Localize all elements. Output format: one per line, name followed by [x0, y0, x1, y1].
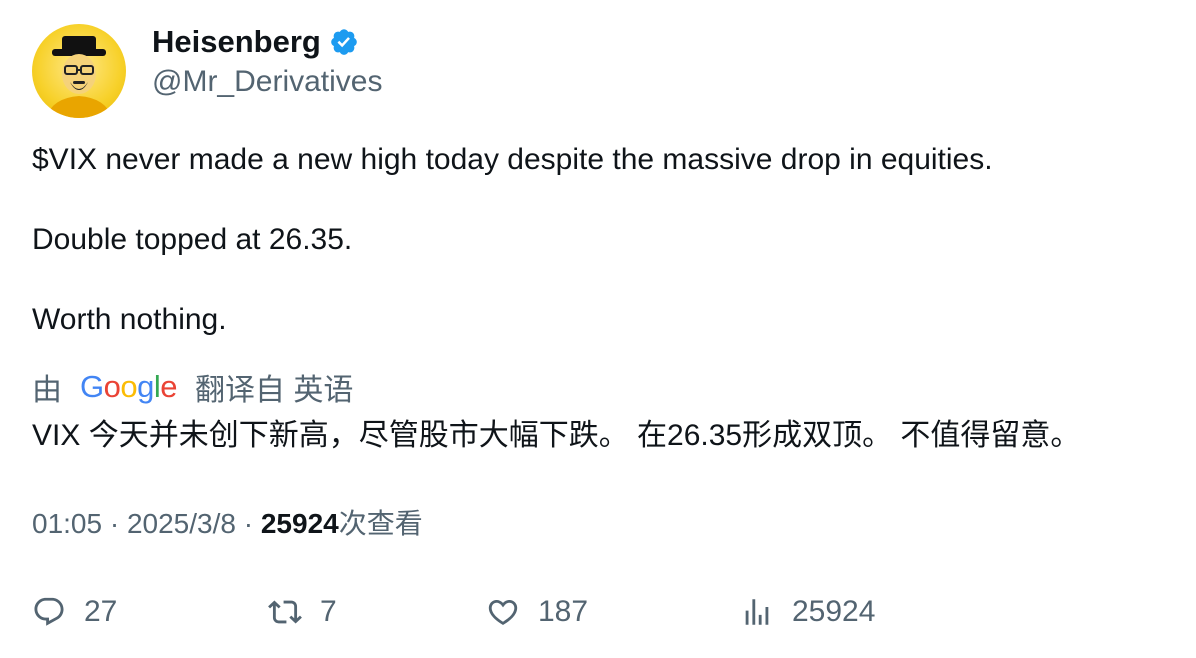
like-button[interactable]: 187 [486, 590, 588, 634]
reply-count: 27 [84, 595, 118, 628]
display-name-row: Heisenberg [152, 24, 383, 60]
tweet-paragraph: Worth nothing. [32, 303, 227, 336]
views-label: 次查看 [338, 508, 423, 539]
retweet-count: 7 [320, 595, 337, 628]
heart-icon [488, 599, 518, 625]
like-count: 187 [538, 595, 589, 628]
verified-badge-icon [329, 27, 359, 57]
views-count: 25924 [260, 508, 339, 539]
tweet-header: Heisenberg @Mr_Derivatives [32, 24, 383, 118]
retweet-button[interactable]: 7 [268, 590, 337, 634]
reply-button[interactable]: 27 [32, 590, 117, 634]
author-handle[interactable]: @Mr_Derivatives [152, 62, 383, 102]
tweet-time[interactable]: 01:05 [32, 508, 102, 539]
reply-icon [34, 597, 64, 626]
meta-separator: · [102, 508, 127, 539]
translation-prefix: 由 [32, 374, 62, 407]
action-bar: 27 7 187 25924 [32, 590, 1162, 634]
retweet-icon [268, 600, 302, 624]
google-logo: Google [80, 369, 178, 404]
author-names: Heisenberg @Mr_Derivatives [152, 24, 383, 118]
author-display-name[interactable]: Heisenberg [152, 24, 321, 60]
analytics-icon [745, 599, 769, 625]
meta-separator: · [235, 508, 261, 539]
tweet-paragraph: Double topped at 26.35. [32, 223, 353, 256]
translation-attribution: 由 Google 翻译自 英语 [32, 365, 353, 409]
views-button[interactable]: 25924 [740, 590, 875, 634]
heisenberg-avatar[interactable] [32, 24, 126, 118]
views-action-count: 25924 [792, 595, 876, 628]
tweet-meta: 01:05 · 2025/3/8 · 25924次查看 [32, 504, 423, 544]
tweet-paragraph: $VIX never made a new high today despite… [32, 143, 993, 176]
tweet-date[interactable]: 2025/3/8 [127, 508, 236, 539]
translation-label[interactable]: 翻译自 英语 [195, 365, 353, 409]
avatar-illustration [46, 36, 112, 118]
translated-text: VIX 今天并未创下新高，尽管股市大幅下跌。 在26.35形成双顶。 不值得留意… [32, 419, 1081, 452]
